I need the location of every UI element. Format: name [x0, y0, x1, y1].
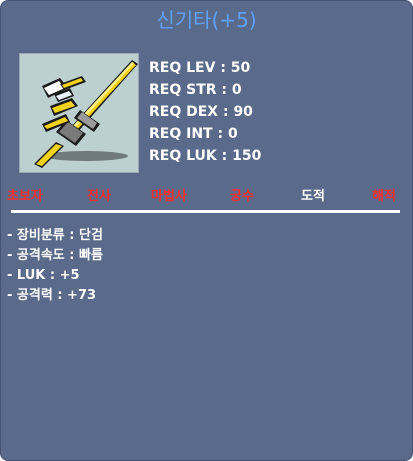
- item-image-frame: [19, 53, 139, 173]
- req-dex: REQ DEX : 90: [149, 104, 253, 120]
- job-bowman: 궁수: [230, 189, 254, 204]
- job-beginner: 초보자: [7, 189, 43, 204]
- stat-category: - 장비분류 : 단검: [7, 228, 103, 243]
- item-name: 신기타(+5): [156, 8, 257, 32]
- job-thief: 도적: [301, 189, 325, 204]
- requirements-list: REQ LEV : 50 REQ STR : 0 REQ DEX : 90 RE…: [149, 57, 261, 167]
- req-str: REQ STR : 0: [149, 82, 242, 98]
- job-list: 초보자 전사 마법사 궁수 도적 해적: [1, 185, 412, 205]
- req-luk: REQ LUK : 150: [149, 148, 262, 164]
- stat-attack: - 공격력 : +73: [7, 288, 97, 303]
- item-stats: - 장비분류 : 단검 - 공격속도 : 빠름 - LUK : +5 - 공격력…: [7, 226, 103, 306]
- stat-luk: - LUK : +5: [7, 268, 80, 283]
- item-tooltip: 신기타(+5) REQ LEV: 50 REQ STR: 0 REQ DEX…: [0, 0, 413, 461]
- job-magician: 마법사: [151, 189, 187, 204]
- job-warrior: 전사: [87, 189, 111, 204]
- golden-guitar-dagger-icon: [34, 60, 138, 168]
- divider: [11, 210, 400, 213]
- req-level: REQ LEV : 50: [149, 60, 251, 76]
- job-pirate: 해적: [372, 189, 396, 204]
- req-int: REQ INT : 0: [149, 126, 238, 142]
- stat-attack-speed: - 공격속도 : 빠름: [7, 248, 103, 263]
